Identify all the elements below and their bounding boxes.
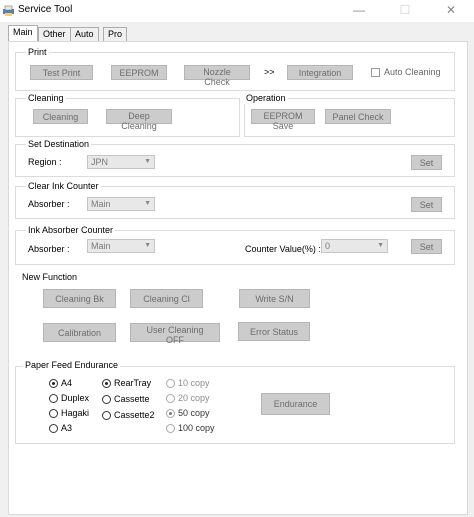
copy-50-radio[interactable] [166, 409, 175, 418]
ink-absorber-counter-title: Ink Absorber Counter [26, 225, 116, 236]
a4-radio[interactable] [49, 379, 58, 388]
main-tab-panel: Print Test Print EEPROM Nozzle Check >> … [8, 41, 468, 515]
cassette-label: Cassette [114, 394, 150, 404]
hagaki-radio[interactable] [49, 409, 58, 418]
endurance-button[interactable]: Endurance [261, 393, 330, 415]
copy-100-radio[interactable] [166, 424, 175, 433]
tab-pro[interactable]: Pro [103, 27, 128, 41]
cleaning-group-title: Cleaning [26, 93, 66, 104]
print-group-title: Print [26, 47, 49, 58]
user-cleaning-off-button[interactable]: User Cleaning OFF [130, 323, 220, 345]
test-print-button[interactable]: Test Print [30, 65, 93, 80]
region-select[interactable]: JPN ▼ [87, 155, 155, 169]
cleaning-bk-button[interactable]: Cleaning Bk [43, 289, 116, 308]
copy-10-radio[interactable] [166, 379, 175, 388]
paper-feed-endurance-group [15, 366, 455, 444]
arrow-label: >> [264, 67, 275, 77]
eeprom-save-button[interactable]: EEPROM Save [251, 109, 315, 131]
copy-20-label: 20 copy [178, 393, 210, 403]
clear-ink-set-button[interactable]: Set [411, 197, 442, 212]
hagaki-label: Hagaki [61, 408, 90, 418]
clear-absorber-select[interactable]: Main ▼ [87, 197, 155, 211]
region-select-value: JPN [91, 157, 109, 167]
cleaning-cl-button[interactable]: Cleaning Cl [130, 289, 203, 308]
duplex-radio[interactable] [49, 394, 58, 403]
deep-cleaning-button[interactable]: Deep Cleaning [106, 109, 172, 131]
chevron-down-icon: ▼ [144, 242, 151, 249]
chevron-down-icon: ▼ [144, 158, 151, 165]
operation-group-title: Operation [244, 93, 288, 104]
radio-selected-dot [105, 382, 108, 385]
panel-check-button[interactable]: Panel Check [325, 109, 391, 124]
cassette2-radio[interactable] [102, 411, 111, 420]
a4-label: A4 [61, 378, 73, 388]
app-icon [3, 5, 14, 16]
a3-label: A3 [61, 423, 73, 433]
region-set-button[interactable]: Set [411, 155, 442, 170]
clear-absorber-value: Main [91, 199, 111, 209]
absorber-label: Absorber : [28, 244, 70, 254]
cassette-radio[interactable] [102, 395, 111, 404]
tab-other[interactable]: Other [38, 27, 71, 41]
copy-100-label: 100 copy [178, 423, 215, 433]
clear-absorber-label: Absorber : [28, 199, 70, 209]
new-function-title: New Function [22, 272, 78, 282]
close-button[interactable]: ✕ [428, 0, 474, 22]
calibration-button[interactable]: Calibration [43, 323, 116, 342]
copy-20-radio[interactable] [166, 394, 175, 403]
radio-selected-dot [169, 412, 172, 415]
auto-cleaning-label: Auto Cleaning [384, 67, 441, 77]
chevron-down-icon: ▼ [144, 200, 151, 207]
counter-value: 0 [325, 241, 331, 251]
counter-value-select[interactable]: 0 ▼ [321, 239, 388, 253]
absorber-select[interactable]: Main ▼ [87, 239, 155, 253]
set-destination-title: Set Destination [26, 139, 92, 150]
nozzle-check-button[interactable]: Nozzle Check [184, 65, 250, 87]
chevron-down-icon: ▼ [377, 242, 384, 249]
write-sn-button[interactable]: Write S/N [239, 289, 310, 308]
paper-feed-endurance-title: Paper Feed Endurance [23, 360, 121, 371]
reartray-radio[interactable] [102, 379, 111, 388]
error-status-button[interactable]: Error Status [238, 322, 310, 341]
radio-selected-dot [52, 382, 55, 385]
cassette2-label: Cassette2 [114, 410, 155, 420]
a3-radio[interactable] [49, 424, 58, 433]
maximize-button[interactable]: ☐ [382, 0, 428, 22]
auto-cleaning-checkbox[interactable] [371, 68, 380, 77]
window-title: Service Tool [18, 4, 73, 15]
duplex-label: Duplex [61, 393, 90, 403]
reartray-label: RearTray [114, 378, 152, 388]
absorber-set-button[interactable]: Set [411, 239, 442, 254]
absorber-select-value: Main [91, 241, 111, 251]
clear-ink-counter-title: Clear Ink Counter [26, 181, 101, 192]
region-label: Region : [28, 157, 62, 167]
cleaning-button[interactable]: Cleaning [33, 109, 88, 124]
copy-50-label: 50 copy [178, 408, 210, 418]
copy-10-label: 10 copy [178, 378, 210, 388]
tab-auto[interactable]: Auto [70, 27, 99, 41]
tab-main[interactable]: Main [8, 25, 38, 41]
minimize-button[interactable]: — [336, 0, 382, 22]
counter-value-label: Counter Value(%) : [245, 244, 321, 254]
integration-button[interactable]: Integration [287, 65, 353, 80]
eeprom-button[interactable]: EEPROM [111, 65, 167, 80]
